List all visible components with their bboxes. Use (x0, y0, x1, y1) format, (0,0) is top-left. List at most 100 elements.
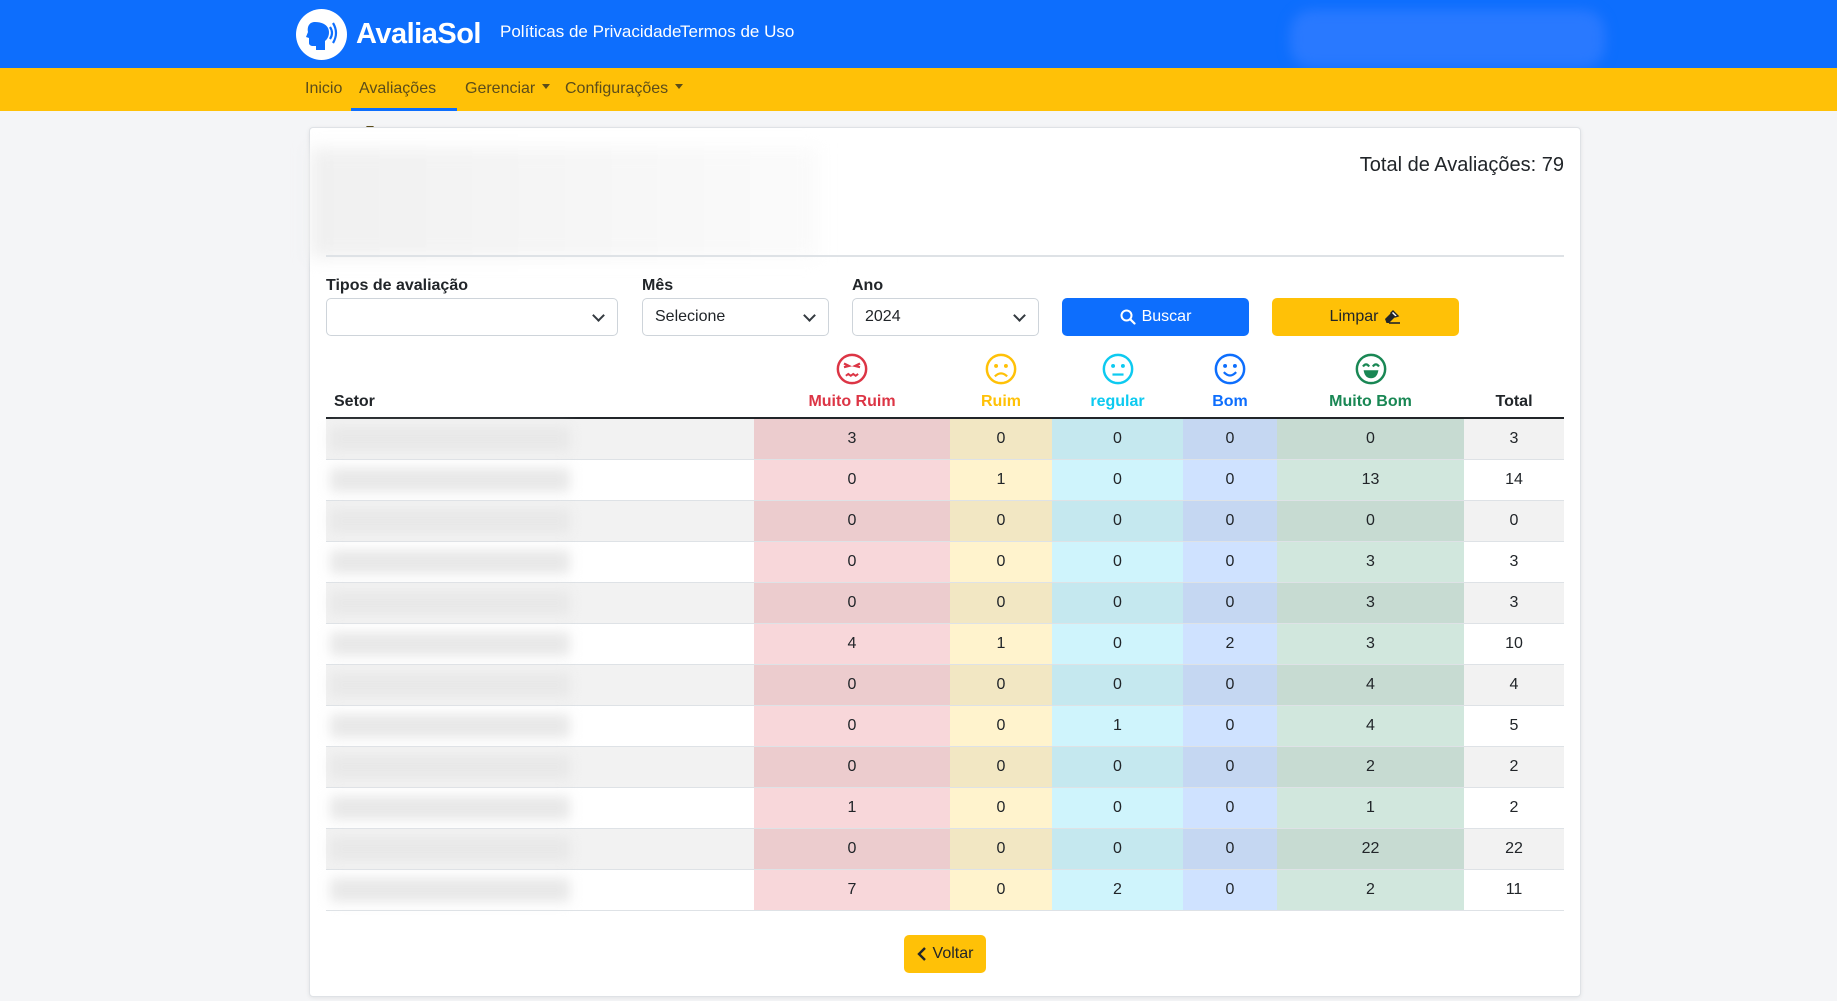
ano-select[interactable]: 2024 (852, 298, 1039, 336)
table-row: 4 1 0 2 3 10 (326, 623, 1564, 665)
count-cell: 0 (950, 664, 1052, 706)
count-cell: 0 (1052, 664, 1183, 706)
setor-name-redacted (330, 549, 570, 574)
setor-name-redacted (330, 672, 570, 697)
count-cell: 0 (1277, 418, 1464, 460)
total-cell: 0 (1464, 500, 1564, 542)
setor-cell (326, 582, 754, 624)
divider (326, 255, 1564, 257)
table-row: 001045 (326, 705, 1564, 747)
total-header: Total (1464, 353, 1564, 419)
nav-item-gerenciar[interactable]: Gerenciar (465, 68, 551, 111)
count-cell: 0 (1183, 664, 1277, 706)
very-good-face-icon (1277, 353, 1464, 390)
count-cell: 0 (754, 705, 950, 747)
total-cell: 11 (1464, 869, 1564, 911)
nav-item-inicio[interactable]: Inicio (305, 68, 342, 111)
table-row: 100012 (326, 787, 1564, 829)
count-cell: 0 (1183, 869, 1277, 911)
mes-select[interactable]: Selecione (642, 298, 829, 336)
count-cell: 1 (754, 787, 950, 829)
count-cell: 0 (754, 828, 950, 870)
count-cell: 2 (1277, 869, 1464, 911)
limpar-button-label: Limpar (1329, 308, 1379, 325)
count-cell: 7 (754, 869, 950, 911)
terms-of-use-link[interactable]: Termos de Uso (680, 22, 794, 42)
privacy-policy-link[interactable]: Políticas de Privacidade (500, 22, 681, 42)
setor-name-redacted (330, 631, 570, 656)
count-cell: 0 (1183, 705, 1277, 747)
category-label: Bom (1212, 393, 1248, 410)
count-cell: 3 (1277, 541, 1464, 583)
table-row: 000044 (326, 664, 1564, 706)
total-cell: 14 (1464, 459, 1564, 501)
count-cell: 2 (1052, 869, 1183, 911)
ano-select-value: 2024 (865, 308, 901, 325)
nav-item-avaliacoes[interactable]: Avaliações (351, 68, 457, 132)
count-cell: 0 (1183, 418, 1277, 460)
total-cell: 2 (1464, 787, 1564, 829)
count-cell: 0 (1183, 459, 1277, 501)
category-label: regular (1090, 393, 1145, 410)
count-cell: 0 (1183, 828, 1277, 870)
brand-name: AvaliaSol (356, 17, 481, 50)
user-menu[interactable] (1290, 10, 1605, 68)
count-cell: 0 (1052, 541, 1183, 583)
count-cell: 0 (950, 828, 1052, 870)
count-cell: 1 (950, 623, 1052, 665)
count-cell: 0 (1277, 500, 1464, 542)
setor-cell (326, 623, 754, 665)
search-icon (1120, 309, 1136, 325)
table-row: 000022 (326, 746, 1564, 788)
setor-cell (326, 746, 754, 788)
voltar-button-label: Voltar (932, 945, 974, 962)
count-cell: 3 (1277, 582, 1464, 624)
table-row: 300003 (326, 418, 1564, 460)
table-row: 000033 (326, 541, 1564, 583)
limpar-button[interactable]: Limpar (1272, 298, 1459, 336)
count-cell: 0 (950, 541, 1052, 583)
nav-item-label: Configurações (565, 80, 669, 97)
total-cell: 10 (1464, 623, 1564, 665)
count-cell: 0 (1052, 828, 1183, 870)
eraser-icon (1385, 310, 1401, 324)
very-bad-face-icon (754, 353, 950, 390)
count-cell: 0 (754, 500, 950, 542)
count-cell: 0 (1052, 500, 1183, 542)
buscar-button[interactable]: Buscar (1062, 298, 1249, 336)
main-nav: Inicio Avaliações Gerenciar Configuraçõe… (0, 68, 1837, 132)
chevron-down-icon (803, 309, 816, 322)
count-cell: 0 (950, 418, 1052, 460)
tipo-select[interactable] (326, 298, 618, 336)
count-cell: 0 (950, 582, 1052, 624)
count-cell: 0 (950, 746, 1052, 788)
evaluations-table: Setor Muito Ruim Ruim regular Bom Muito … (326, 353, 1564, 911)
nav-item-configuracoes[interactable]: Configurações (565, 68, 684, 111)
voltar-button[interactable]: Voltar (904, 935, 986, 973)
brand-logo-icon (296, 8, 347, 60)
table-body: 3 0 0 0 0 3 0 1 0 0 13 14 0 0 0 0 0 0 0 0 0 0 3 3 0 0 0 0 3 3 4 1 0 2 3 10 0… (326, 418, 1564, 911)
chevron-left-icon (916, 947, 926, 961)
category-label: Ruim (981, 393, 1021, 410)
nav-item-label: Avaliações (359, 80, 437, 97)
report-card: Total de Avaliações: 79 Tipos de avaliaç… (309, 127, 1581, 997)
count-cell: 0 (1052, 459, 1183, 501)
count-cell: 3 (754, 418, 950, 460)
setor-name-redacted (330, 754, 570, 779)
count-cell: 0 (1052, 623, 1183, 665)
category-header: regular (1052, 353, 1183, 419)
count-cell: 2 (1277, 746, 1464, 788)
count-cell: 3 (1277, 623, 1464, 665)
setor-cell (326, 705, 754, 747)
count-cell: 1 (1277, 787, 1464, 829)
caret-down-icon (675, 84, 684, 90)
card-title-redacted (310, 148, 820, 258)
count-cell: 0 (950, 787, 1052, 829)
total-cell: 3 (1464, 582, 1564, 624)
count-cell: 4 (1277, 705, 1464, 747)
table-row: 7 0 2 0 2 11 (326, 869, 1564, 911)
count-cell: 1 (1052, 705, 1183, 747)
setor-name-redacted (330, 590, 570, 615)
category-header: Muito Ruim (754, 353, 950, 419)
brand[interactable]: AvaliaSol (296, 8, 481, 60)
